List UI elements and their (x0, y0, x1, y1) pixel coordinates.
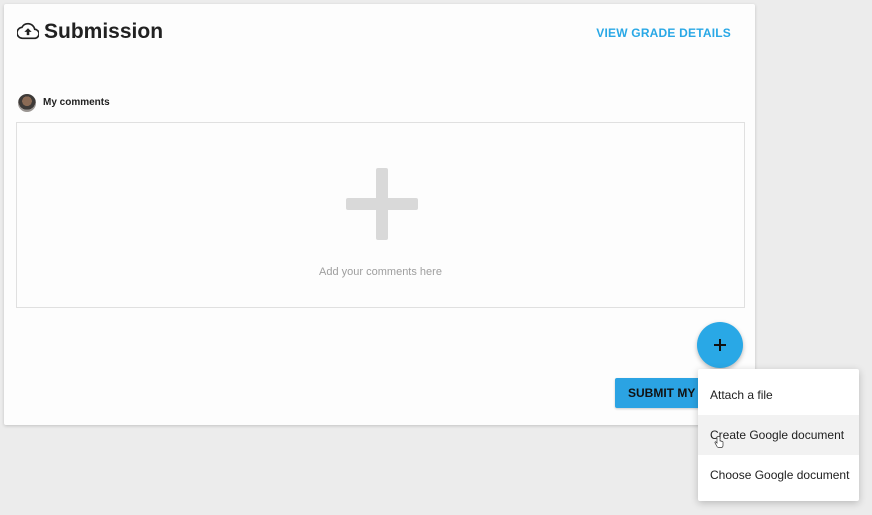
my-comments-label: My comments (43, 97, 110, 108)
user-avatar (18, 94, 36, 112)
pointer-cursor-icon (714, 436, 724, 448)
menu-item-choose-google-document[interactable]: Choose Google document (698, 455, 859, 495)
menu-item-attach-file[interactable]: Attach a file (698, 375, 859, 415)
plus-vertical-bar (376, 168, 388, 240)
cloud-upload-icon (17, 22, 39, 40)
comments-placeholder: Add your comments here (319, 266, 442, 278)
menu-item-create-google-document[interactable]: Create Google document (698, 415, 859, 455)
submission-card: Submission VIEW GRADE DETAILS My comment… (4, 4, 755, 425)
fab-plus-vertical (719, 339, 721, 351)
view-grade-details-link[interactable]: VIEW GRADE DETAILS (596, 26, 731, 40)
comments-input-area[interactable]: Add your comments here (16, 122, 745, 308)
add-attachment-fab[interactable] (697, 322, 743, 368)
attachment-menu: Attach a file Create Google document Cho… (698, 369, 859, 501)
add-comment-plus-icon[interactable] (346, 168, 418, 240)
page-title: Submission (44, 20, 164, 43)
